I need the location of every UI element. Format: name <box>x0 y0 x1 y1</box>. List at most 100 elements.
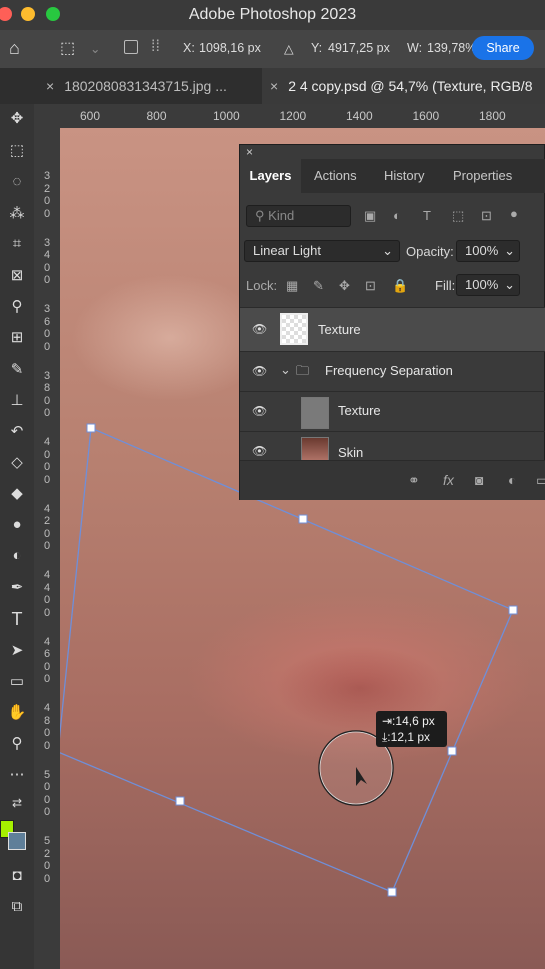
tab-history[interactable]: History <box>384 159 424 193</box>
window-title: Adobe Photoshop 2023 <box>188 6 357 23</box>
hand-tool-icon[interactable]: ✋ <box>0 703 34 721</box>
dodge-tool-icon[interactable]: ◐ <box>0 547 34 564</box>
move-tool-icon[interactable]: ✥ <box>0 109 34 127</box>
opacity-label: Opacity: <box>406 244 454 259</box>
lock-position-icon[interactable]: ✥ <box>339 278 350 294</box>
title-bar: Adobe Photoshop 2023 <box>0 0 545 30</box>
opacity-value: 100% <box>465 243 499 258</box>
more-tools-icon[interactable]: ⋯ <box>0 765 34 783</box>
adjustment-layer-icon[interactable]: ◐ <box>508 472 516 488</box>
options-bar: ⌂ ⬚ ⌄ ⁞⁞ X: 1098,16 px △ Y: 4917,25 px W… <box>0 30 545 68</box>
transform-readout: ⇥:14,6 px ⤓:12,1 px <box>376 711 447 747</box>
lock-transparent-icon[interactable]: ▦ <box>286 278 298 294</box>
layer-filter-kind[interactable]: ⚲ Kind <box>246 205 351 227</box>
tab-layers[interactable]: Layers <box>240 159 301 193</box>
fill-field[interactable]: 100% ⌄ <box>456 274 520 296</box>
filter-adjustment-icon[interactable]: ◐ <box>393 208 401 223</box>
tab-jpg[interactable]: × 1802080831343715.jpg ... <box>36 68 261 104</box>
brush-tool-icon[interactable]: ✎ <box>0 360 34 378</box>
vertical-ruler: 3200 3400 3600 3800 4000 4200 4400 4600 4800 5000… <box>34 104 60 969</box>
eyedropper-tool-icon[interactable]: ⚲ <box>0 297 34 315</box>
zoom-tool-icon[interactable]: ⚲ <box>0 734 34 752</box>
ruler-tick-label: 800 <box>146 109 167 123</box>
tab-label: 2 4 copy.psd @ 54,7% (Texture, RGB/8 <box>288 78 533 94</box>
filter-toggle-icon[interactable]: ● <box>510 206 518 221</box>
opacity-field[interactable]: 100% ⌄ <box>456 240 520 262</box>
lock-artboard-icon[interactable]: ⊡ <box>365 278 376 294</box>
frame-tool-icon[interactable]: ⊠ <box>0 266 34 284</box>
eraser-tool-icon[interactable]: ◇ <box>0 453 34 471</box>
magic-wand-tool-icon[interactable]: ⁂ <box>0 204 34 222</box>
tab-psd[interactable]: × 2 4 copy.psd @ 54,7% (Texture, RGB/8 <box>262 68 545 104</box>
ruler-tick-label: 5200 <box>43 835 51 885</box>
layer-name[interactable]: Texture <box>338 403 381 418</box>
layer-row[interactable]: 👁 Skin <box>240 431 545 460</box>
layer-group-row[interactable]: 👁 ⌄ 🗀 Frequency Separation <box>240 351 545 391</box>
crop-tool-icon[interactable]: ⌗ <box>0 235 34 252</box>
eye-icon[interactable]: 👁 <box>252 322 268 338</box>
panel-tabs: Layers Actions History Properties <box>240 159 545 193</box>
move-transform-icon[interactable]: ⬚ <box>60 38 75 58</box>
filter-type-icon[interactable]: T <box>423 208 431 223</box>
path-selection-tool-icon[interactable]: ➤ <box>0 641 34 659</box>
close-icon[interactable]: × <box>46 78 54 94</box>
y-field[interactable]: 4917,25 px <box>328 41 390 55</box>
w-field[interactable]: 139,78% <box>427 41 476 55</box>
delta-icon[interactable]: △ <box>284 41 294 56</box>
chevron-down-icon[interactable]: ⌄ <box>90 41 100 56</box>
layer-name[interactable]: Texture <box>318 322 361 337</box>
ruler-tick-label: 3800 <box>43 369 51 420</box>
constrain-checkbox[interactable] <box>124 40 138 54</box>
chevron-down-icon[interactable]: ⌄ <box>280 362 291 378</box>
eye-icon[interactable]: 👁 <box>252 444 268 460</box>
eye-icon[interactable]: 👁 <box>252 364 268 380</box>
rectangle-tool-icon[interactable]: ▭ <box>0 672 34 690</box>
ruler-tick-label: 1000 <box>213 109 240 123</box>
screen-mode-icon[interactable]: ⧉ <box>0 898 34 915</box>
tools-panel: ✥ ⬚ ◌ ⁂ ⌗ ⊠ ⚲ ⊞ ✎ ⊥ ↶ ◇ ◆ ● ◐ ✒ T ➤ ▭ ✋ … <box>0 104 34 969</box>
paint-bucket-tool-icon[interactable]: ◆ <box>0 484 34 502</box>
panel-close-icon[interactable]: × <box>246 145 253 159</box>
close-icon[interactable]: × <box>270 78 278 94</box>
layer-name[interactable]: Skin <box>338 445 363 460</box>
lasso-tool-icon[interactable]: ◌ <box>0 173 34 190</box>
horizontal-ruler: 600 800 1000 1200 1400 1600 1800 <box>34 104 545 128</box>
background-color-swatch[interactable] <box>8 832 26 850</box>
share-button[interactable]: Share <box>472 36 534 60</box>
chevron-down-icon: ⌄ <box>382 243 393 258</box>
filter-shape-icon[interactable]: ⬚ <box>452 208 464 224</box>
layer-name[interactable]: Frequency Separation <box>325 363 453 378</box>
link-layers-icon[interactable]: ⚭ <box>408 472 420 489</box>
clone-stamp-tool-icon[interactable]: ⊥ <box>0 391 34 409</box>
fill-label: Fill: <box>435 278 456 293</box>
layer-row[interactable]: 👁 Texture <box>240 391 545 431</box>
healing-brush-tool-icon[interactable]: ⊞ <box>0 328 34 346</box>
history-brush-tool-icon[interactable]: ↶ <box>0 422 34 440</box>
filter-pixel-icon[interactable]: ▣ <box>364 208 376 224</box>
blur-tool-icon[interactable]: ● <box>0 516 34 533</box>
y-label: Y: <box>311 41 323 55</box>
ruler-tick-label: 1400 <box>346 109 373 123</box>
filter-smart-object-icon[interactable]: ⊡ <box>481 208 492 224</box>
layer-row[interactable]: 👁 Texture <box>240 307 545 351</box>
tab-actions[interactable]: Actions <box>314 159 357 193</box>
layer-style-icon[interactable]: fx <box>443 472 454 488</box>
layer-thumbnail <box>301 437 329 460</box>
chevron-down-icon: ⌄ <box>504 243 515 258</box>
tab-properties[interactable]: Properties <box>453 159 512 193</box>
blend-mode-select[interactable]: Linear Light ⌄ <box>244 240 400 262</box>
type-tool-icon[interactable]: T <box>0 609 34 630</box>
home-icon[interactable]: ⌂ <box>9 38 20 59</box>
lock-pixels-icon[interactable]: ✎ <box>313 278 324 294</box>
pen-tool-icon[interactable]: ✒ <box>0 578 34 596</box>
reference-point-icon[interactable]: ⁞⁞ <box>151 38 160 56</box>
new-group-icon[interactable]: ▭ <box>536 472 545 489</box>
marquee-tool-icon[interactable]: ⬚ <box>0 141 34 159</box>
swap-colors-icon[interactable]: ⇄ <box>0 796 34 810</box>
folder-icon: 🗀 <box>296 363 310 378</box>
add-mask-icon[interactable]: ◙ <box>475 472 483 488</box>
quick-mask-icon[interactable]: ◘ <box>0 867 34 884</box>
eye-icon[interactable]: 👁 <box>252 404 268 420</box>
x-field[interactable]: 1098,16 px <box>199 41 261 55</box>
lock-all-icon[interactable]: 🔒 <box>392 278 408 294</box>
